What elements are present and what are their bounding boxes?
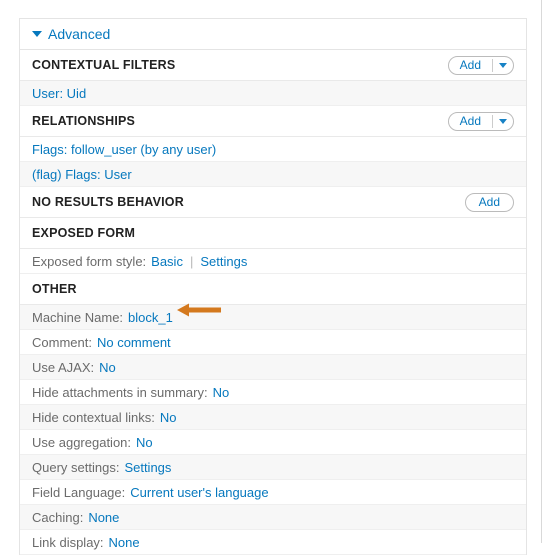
row-label: Link display:: [32, 534, 104, 550]
row-label: Use AJAX:: [32, 359, 95, 375]
caret-down-icon: [32, 31, 42, 37]
other-row-machine-name: Machine Name: block_1: [20, 305, 526, 330]
section-title: CONTEXTUAL FILTERS: [32, 58, 176, 72]
add-contextual-filter-button[interactable]: Add: [447, 55, 514, 75]
row-value[interactable]: block_1: [128, 310, 173, 325]
section-header-exposed-form: EXPOSED FORM: [20, 218, 526, 249]
row-value[interactable]: None: [109, 535, 140, 550]
advanced-settings-panel: Advanced CONTEXTUAL FILTERS Add User: Ui…: [19, 18, 527, 555]
section-header-no-results-behavior: NO RESULTS BEHAVIOR Add: [20, 187, 526, 218]
exposed-form-style-row: Exposed form style: Basic | Settings: [20, 249, 526, 274]
list-item-label: User: Uid: [32, 85, 87, 101]
page-vertical-divider: [541, 0, 542, 543]
row-value[interactable]: No: [160, 410, 177, 425]
section-title: OTHER: [32, 282, 77, 296]
add-button-label: Add: [478, 195, 500, 209]
row-value[interactable]: No comment: [97, 335, 171, 350]
advanced-label: Advanced: [48, 26, 111, 42]
exposed-form-style-value[interactable]: Basic: [151, 254, 183, 269]
other-row-caching: Caching: None: [20, 505, 526, 530]
row-label: Use aggregation:: [32, 434, 132, 450]
row-label: Hide contextual links:: [32, 409, 155, 425]
add-dropdown-toggle[interactable]: [493, 113, 513, 130]
row-value[interactable]: No: [99, 360, 116, 375]
row-value[interactable]: Settings: [124, 460, 171, 475]
row-label: Query settings:: [32, 459, 120, 475]
add-button-label: Add: [459, 58, 481, 72]
relationship-item[interactable]: Flags: follow_user (by any user): [20, 137, 526, 162]
section-header-relationships: RELATIONSHIPS Add: [20, 106, 526, 137]
other-row-field-language: Field Language: Current user's language: [20, 480, 526, 505]
section-title: EXPOSED FORM: [32, 226, 136, 240]
row-label: Caching:: [32, 509, 84, 525]
row-label: Field Language:: [32, 484, 126, 500]
contextual-filter-item[interactable]: User: Uid: [20, 81, 526, 106]
row-value[interactable]: No: [136, 435, 153, 450]
list-item-label: Flags: follow_user (by any user): [32, 141, 217, 157]
section-title: RELATIONSHIPS: [32, 114, 136, 128]
chevron-down-icon: [499, 62, 507, 68]
relationship-item[interactable]: (flag) Flags: User: [20, 162, 526, 187]
add-button-label: Add: [459, 114, 481, 128]
other-row-use-ajax: Use AJAX: No: [20, 355, 526, 380]
other-row-comment: Comment: No comment: [20, 330, 526, 355]
section-title: NO RESULTS BEHAVIOR: [32, 195, 184, 209]
add-relationship-button[interactable]: Add: [447, 111, 514, 131]
row-value[interactable]: None: [88, 510, 119, 525]
row-label: Exposed form style:: [32, 253, 147, 269]
row-label: Comment:: [32, 334, 92, 350]
row-label: Hide attachments in summary:: [32, 384, 208, 400]
row-value[interactable]: Current user's language: [130, 485, 268, 500]
add-no-results-behavior-button[interactable]: Add: [464, 192, 514, 212]
row-value[interactable]: No: [213, 385, 230, 400]
add-dropdown-toggle[interactable]: [493, 57, 513, 74]
other-row-hide-attachments: Hide attachments in summary: No: [20, 380, 526, 405]
exposed-form-settings-link[interactable]: Settings: [200, 254, 247, 269]
separator: |: [189, 253, 194, 269]
other-row-query-settings: Query settings: Settings: [20, 455, 526, 480]
advanced-section-toggle[interactable]: Advanced: [20, 19, 526, 50]
chevron-down-icon: [499, 118, 507, 124]
section-header-other: OTHER: [20, 274, 526, 305]
other-row-hide-contextual-links: Hide contextual links: No: [20, 405, 526, 430]
list-item-label: (flag) Flags: User: [32, 166, 132, 182]
row-label: Machine Name:: [32, 309, 124, 325]
other-row-use-aggregation: Use aggregation: No: [20, 430, 526, 455]
section-header-contextual-filters: CONTEXTUAL FILTERS Add: [20, 50, 526, 81]
